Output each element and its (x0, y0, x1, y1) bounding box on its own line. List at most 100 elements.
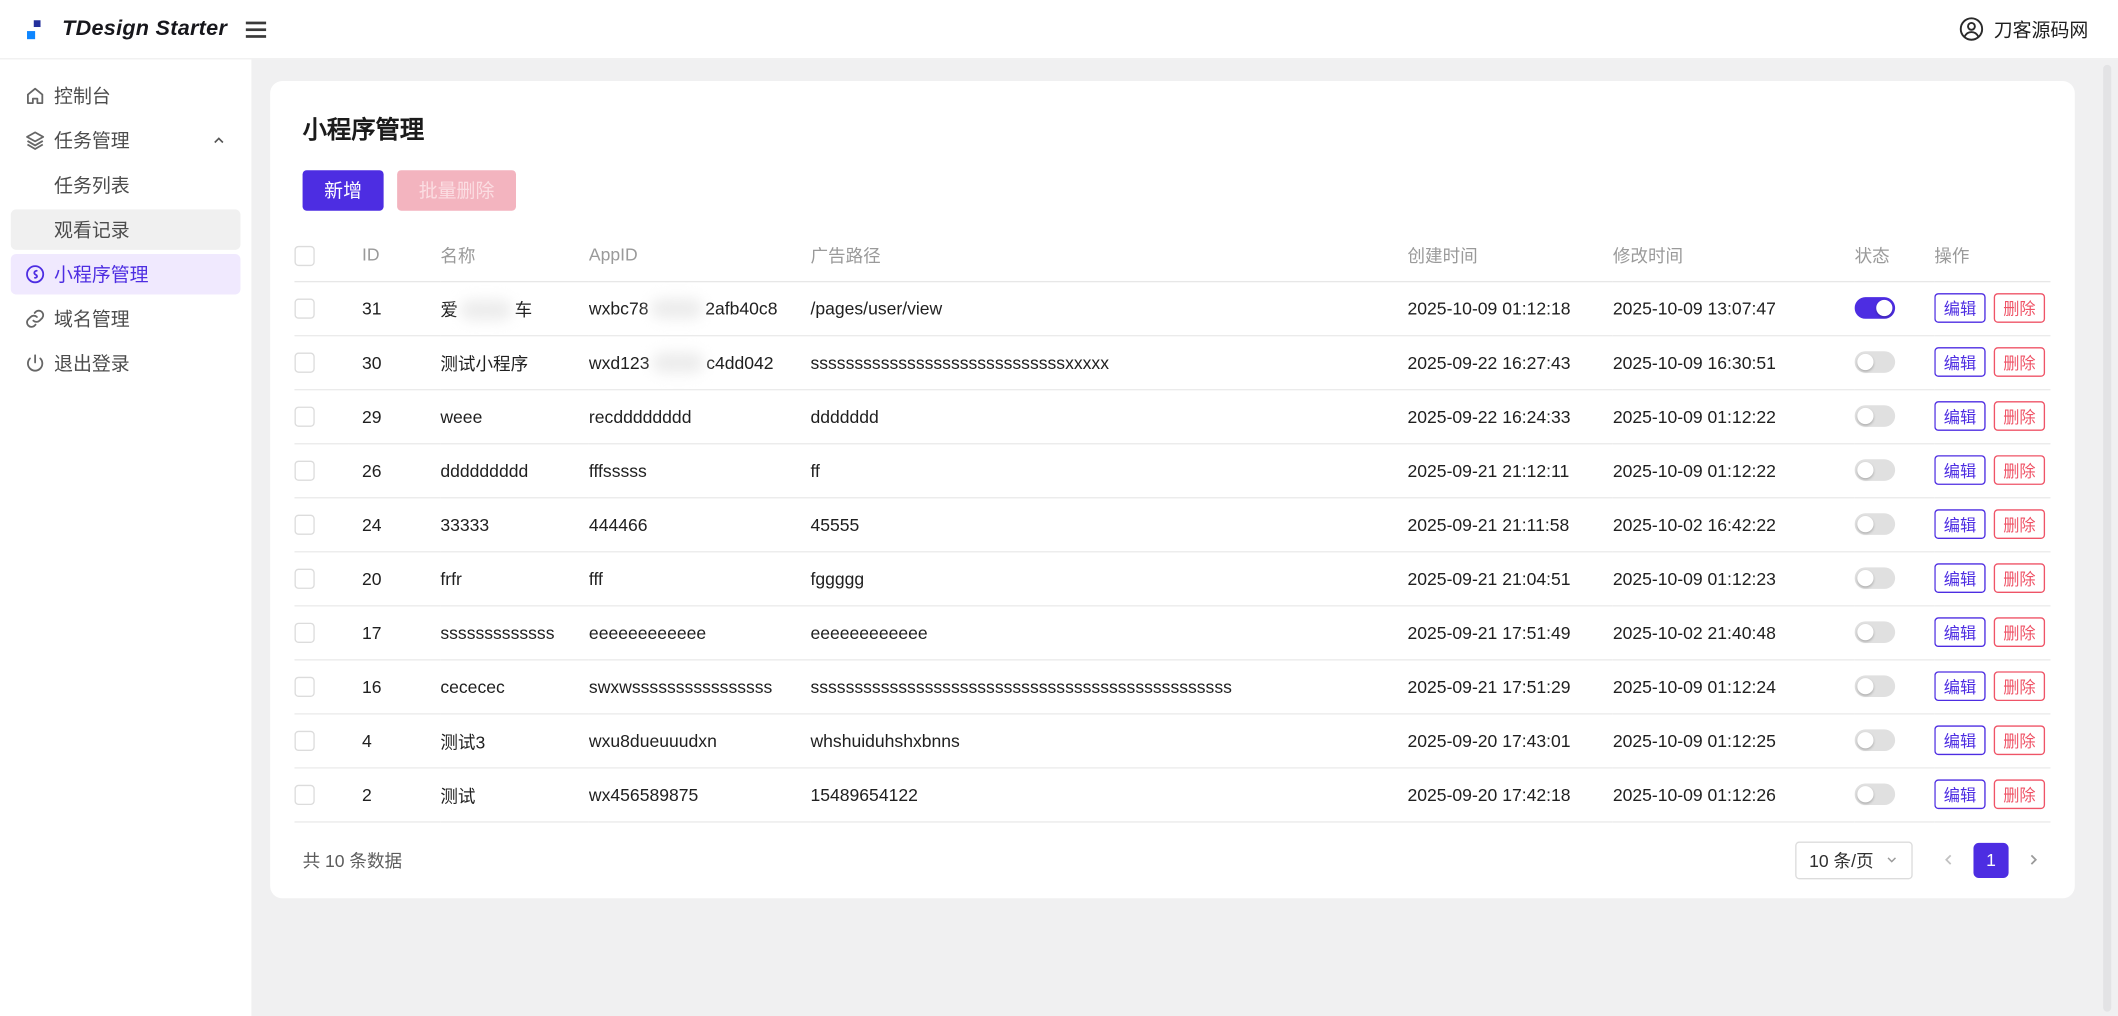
cell-name: weee (440, 389, 589, 444)
delete-button[interactable]: 删除 (1993, 455, 2046, 485)
delete-button[interactable]: 删除 (1993, 779, 2046, 810)
cell-created: 2025-09-20 17:43:01 (1407, 713, 1613, 768)
cell-modified: 2025-10-09 13:07:47 (1612, 280, 1855, 336)
scrollbar[interactable] (2103, 64, 2112, 1012)
table-row: 31 爱车 wxbc78 2afb40c8/pages/user/view 2025-1… (294, 280, 2051, 336)
col-appid: AppID (588, 229, 811, 282)
sidebar: 控制台 任务管理 任务列表 观看记录 小程序管理 域名管理 退出登录 (0, 59, 252, 1016)
col-id: ID (348, 229, 441, 282)
redaction-blur (652, 351, 704, 373)
cell-modified: 2025-10-09 01:12:23 (1612, 551, 1855, 606)
sidebar-item-logout[interactable]: 退出登录 (11, 343, 241, 384)
delete-button[interactable]: 删除 (1993, 293, 2046, 323)
sidebar-item-label: 控制台 (54, 85, 111, 107)
cell-name: 测试 (440, 767, 589, 822)
link-icon (24, 308, 46, 330)
edit-button[interactable]: 编辑 (1934, 725, 1986, 756)
edit-button[interactable]: 编辑 (1934, 509, 1986, 539)
row-checkbox[interactable] (294, 406, 315, 427)
sidebar-item-label: 域名管理 (54, 307, 130, 330)
cell-modified: 2025-10-09 01:12:26 (1612, 767, 1855, 822)
cell-created: 2025-09-22 16:27:43 (1407, 334, 1613, 390)
page-number-button[interactable]: 1 (1973, 842, 2009, 878)
delete-button[interactable]: 删除 (1993, 401, 2046, 431)
status-toggle[interactable] (1854, 297, 1896, 320)
home-icon (24, 85, 46, 107)
row-checkbox[interactable] (294, 622, 315, 644)
edit-button[interactable]: 编辑 (1934, 455, 1986, 485)
row-checkbox[interactable] (294, 514, 315, 535)
user-avatar-icon[interactable] (1959, 16, 1985, 42)
select-all-checkbox[interactable] (294, 245, 315, 266)
cell-path: 15489654122 (810, 767, 1408, 822)
cell-created: 2025-09-22 16:24:33 (1407, 389, 1613, 444)
screen: TDesign Starter 刀客源码网 控制台 任务管理 任务列表 观看记录… (0, 0, 2118, 1016)
status-toggle[interactable] (1854, 459, 1896, 482)
cell-appid: eeeeeeeeeeee (588, 605, 811, 660)
sidebar-item-domain-management[interactable]: 域名管理 (11, 299, 241, 340)
sidebar-item-miniprogram-management[interactable]: 小程序管理 (10, 253, 241, 295)
status-toggle[interactable] (1854, 567, 1896, 590)
sidebar-item-watch-records[interactable]: 观看记录 (10, 209, 241, 250)
cell-id: 26 (348, 443, 441, 498)
cell-created: 2025-09-21 17:51:49 (1407, 605, 1613, 660)
add-button[interactable]: 新增 (302, 170, 384, 211)
status-toggle[interactable] (1854, 783, 1896, 806)
cell-appid: wxu8dueuuudxn (588, 713, 811, 768)
status-toggle[interactable] (1854, 351, 1896, 374)
chevron-up-icon (211, 132, 227, 148)
page-size-select[interactable]: 10 条/页 (1795, 840, 1913, 879)
sidebar-item-task-list[interactable]: 任务列表 (11, 165, 241, 206)
collapse-menu-icon[interactable] (246, 20, 267, 38)
table-row: 26 ddddddddd fffsssss ff 2025-09-21 21:12:11… (294, 443, 2051, 498)
edit-button[interactable]: 编辑 (1934, 347, 1986, 377)
delete-button[interactable]: 删除 (1993, 725, 2046, 756)
col-status: 状态 (1854, 229, 1935, 282)
row-checkbox[interactable] (294, 298, 315, 319)
row-checkbox[interactable] (294, 460, 315, 481)
delete-button[interactable]: 删除 (1993, 617, 2046, 648)
delete-button[interactable]: 删除 (1993, 563, 2046, 593)
cell-name: sssssssssssss (440, 605, 589, 660)
cell-path: sssssssssssssssssssssssssssssxxxxx (810, 334, 1408, 390)
edit-button[interactable]: 编辑 (1934, 779, 1986, 810)
sidebar-item-label: 小程序管理 (54, 263, 149, 286)
sidebar-item-dashboard[interactable]: 控制台 (11, 76, 241, 117)
delete-button[interactable]: 删除 (1993, 347, 2046, 377)
sidebar-item-label: 任务管理 (54, 129, 130, 152)
row-checkbox[interactable] (294, 730, 315, 752)
status-toggle[interactable] (1854, 513, 1896, 536)
batch-delete-button[interactable]: 批量删除 (397, 170, 516, 211)
status-toggle[interactable] (1854, 405, 1896, 428)
edit-button[interactable]: 编辑 (1934, 671, 1986, 702)
chevron-left-icon[interactable] (1940, 851, 1958, 869)
table-row: 16 cececec swxwssssssssssssssss sssssssssss… (294, 659, 2051, 714)
page-title: 小程序管理 (302, 116, 425, 144)
cell-modified: 2025-10-02 21:40:48 (1612, 605, 1855, 660)
row-checkbox[interactable] (294, 676, 315, 698)
edit-button[interactable]: 编辑 (1934, 293, 1986, 323)
status-toggle[interactable] (1854, 729, 1896, 752)
chevron-down-icon (1884, 852, 1899, 867)
cell-modified: 2025-10-09 01:12:22 (1612, 443, 1855, 498)
cell-created: 2025-09-21 21:12:11 (1407, 443, 1613, 498)
edit-button[interactable]: 编辑 (1934, 563, 1986, 593)
app-logo[interactable]: TDesign Starter (0, 17, 227, 41)
sidebar-item-label: 任务列表 (54, 174, 130, 196)
col-modified: 修改时间 (1612, 229, 1855, 282)
delete-button[interactable]: 删除 (1993, 509, 2046, 539)
cell-modified: 2025-10-09 01:12:25 (1612, 713, 1855, 768)
status-toggle[interactable] (1854, 621, 1896, 644)
edit-button[interactable]: 编辑 (1934, 617, 1986, 648)
sidebar-item-task-management[interactable]: 任务管理 (11, 120, 241, 161)
row-checkbox[interactable] (294, 784, 315, 806)
delete-button[interactable]: 删除 (1993, 671, 2046, 702)
edit-button[interactable]: 编辑 (1934, 401, 1986, 431)
cell-modified: 2025-10-02 16:42:22 (1612, 497, 1855, 552)
username-text[interactable]: 刀客源码网 (1994, 16, 2089, 43)
row-checkbox[interactable] (294, 352, 315, 373)
chevron-right-icon[interactable] (2025, 851, 2043, 869)
status-toggle[interactable] (1854, 675, 1896, 698)
cell-appid: recdddddddd (588, 389, 811, 444)
row-checkbox[interactable] (294, 568, 315, 589)
